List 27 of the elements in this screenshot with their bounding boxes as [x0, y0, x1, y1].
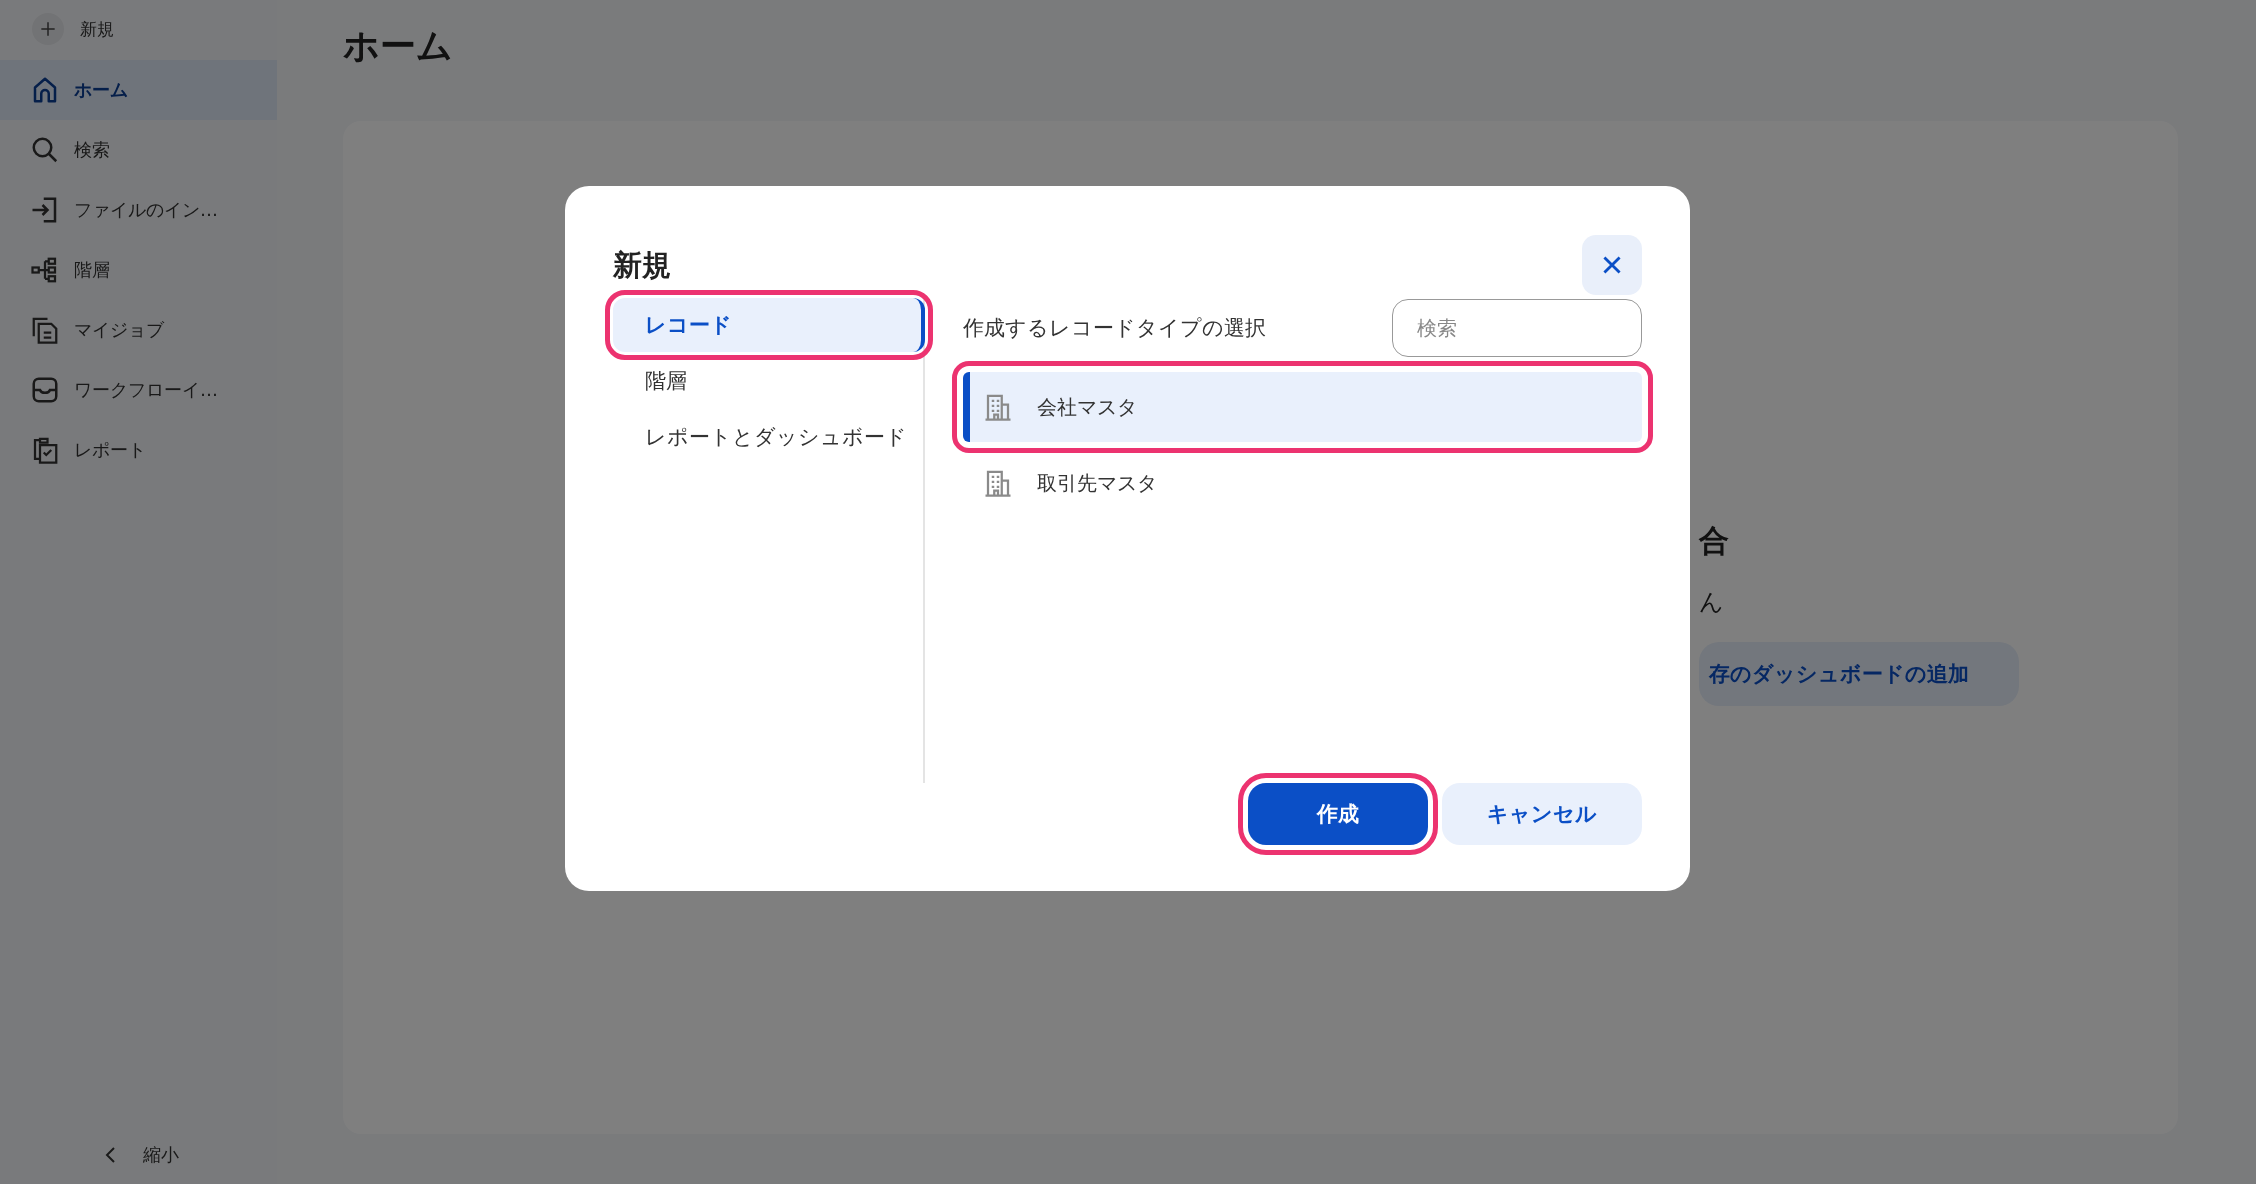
sidebar-item[interactable]: レポート [0, 420, 277, 480]
search-field[interactable]: 検索 [1392, 299, 1642, 357]
sidebar-item[interactable]: ワークフローイ… [0, 360, 277, 420]
search-icon [30, 135, 60, 165]
building-icon [983, 392, 1013, 422]
new-button[interactable]: 新規 [0, 4, 277, 54]
prompt-label: 作成するレコードタイプの選択 [963, 315, 1266, 342]
page-title: ホーム [343, 24, 454, 68]
collapse-button[interactable]: 縮小 [92, 1142, 185, 1168]
category-tab[interactable]: 階層 [613, 354, 921, 408]
cancel-button[interactable]: キャンセル [1442, 783, 1642, 845]
category-tab[interactable]: レポートとダッシュボード [613, 410, 921, 464]
card-heading: 合 [1699, 522, 1729, 560]
sidebar-item[interactable]: ホーム [0, 60, 277, 120]
inbox-icon [30, 375, 60, 405]
sidebar-item[interactable]: 検索 [0, 120, 277, 180]
record-type-item[interactable]: 取引先マスタ [963, 448, 1642, 518]
close-button[interactable] [1582, 235, 1642, 295]
add-dashboard-button[interactable]: 存のダッシュボードの追加 [1699, 642, 2019, 706]
card-text: ん [1699, 587, 1724, 618]
dialog-title: 新規 [613, 247, 671, 284]
sidebar-item[interactable]: 階層 [0, 240, 277, 300]
sidebar-item[interactable]: ファイルのイン… [0, 180, 277, 240]
building-icon [983, 468, 1013, 498]
sidebar-item[interactable]: マイジョブ [0, 300, 277, 360]
documents-icon [30, 315, 60, 345]
plus-icon [32, 13, 64, 45]
